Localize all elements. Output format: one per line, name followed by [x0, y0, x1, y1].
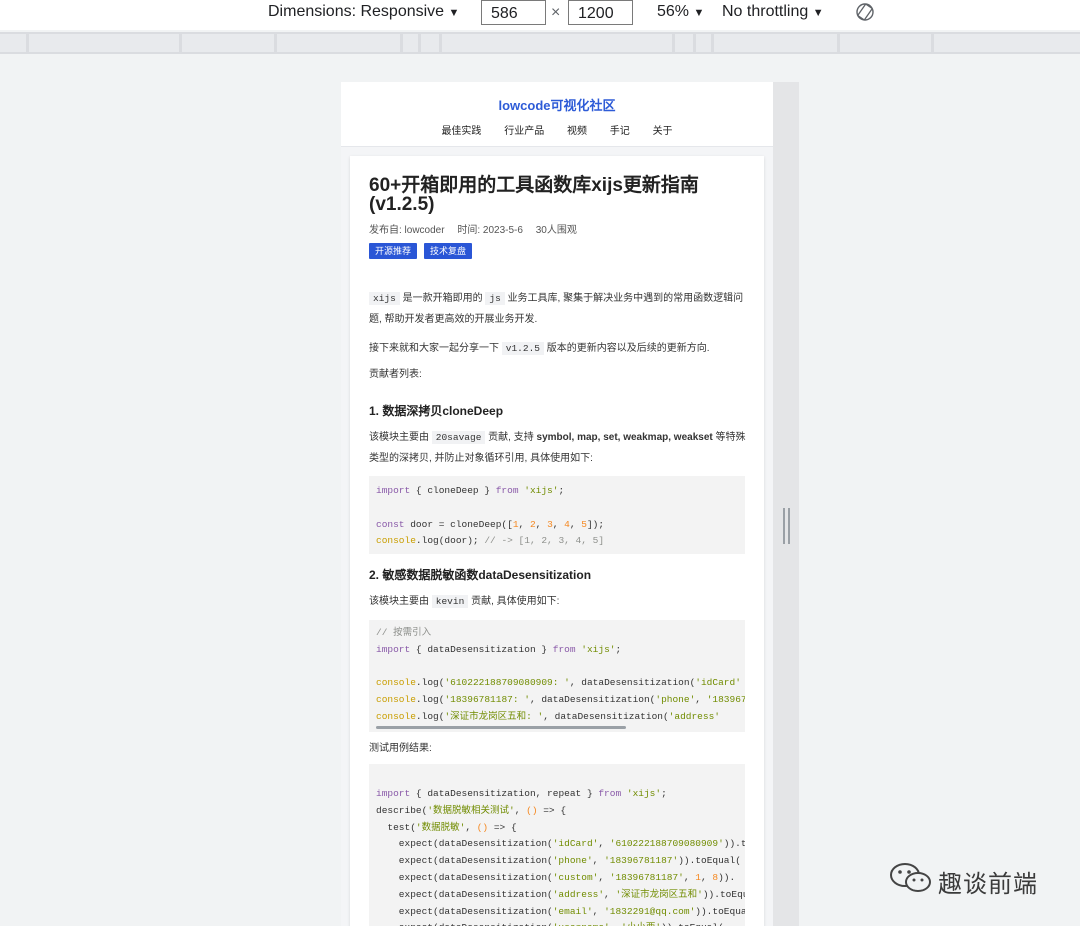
inline-code: xijs [369, 292, 400, 305]
code-block-tests[interactable]: import { dataDesensitization, repeat } f… [369, 764, 745, 926]
site-nav: 最佳实践 行业产品 视频 手记 关于 [341, 122, 773, 137]
site-logo[interactable]: lowcode可视化社区 [341, 95, 773, 114]
nav-item-video[interactable]: 视频 [567, 122, 587, 137]
rotate-icon[interactable] [855, 2, 875, 22]
dimensions-label: Dimensions: Responsive [268, 3, 445, 20]
inline-code: kevin [431, 595, 469, 608]
tag-tech-review[interactable]: 技术复盘 [424, 243, 473, 259]
resize-handle[interactable] [783, 508, 791, 544]
zoom-label: 56% [657, 3, 690, 20]
wechat-icon [890, 863, 931, 892]
nav-item-products[interactable]: 行业产品 [504, 122, 544, 137]
article-meta: 发布自: lowcoder 时间: 2023-5-6 30人围观 [369, 221, 587, 236]
zoom-dropdown[interactable]: 56% ▼ [657, 3, 704, 21]
desensitization-paragraph: 该模块主要由 kevin 贡献, 具体使用如下: [369, 591, 747, 612]
chevron-down-icon: ▼ [812, 7, 824, 19]
section-heading-desensitization: 2. 敏感数据脱敏函数dataDesensitization [369, 568, 592, 582]
text: 版本的更新内容以及后续的更新方向. [544, 343, 710, 354]
text: 该模块主要由 [369, 596, 432, 607]
code-block-clonedeep: import { cloneDeep } from 'xijs'; const … [369, 476, 745, 554]
width-input[interactable]: 586 [481, 0, 546, 25]
text: 贡献, 支持 [485, 432, 537, 443]
text: 该模块主要由 [369, 432, 432, 443]
tag-open-source[interactable]: 开源推荐 [369, 243, 418, 259]
view-count: 30人围观 [535, 225, 577, 236]
clonedeep-paragraph: 该模块主要由 20savage 贡献, 支持 symbol, map, set,… [369, 427, 747, 469]
chevron-down-icon: ▼ [448, 7, 460, 19]
contributors-label: 贡献者列表: [369, 369, 422, 380]
text: 接下来就和大家一起分享一下 [369, 343, 502, 354]
nav-item-notes[interactable]: 手记 [610, 122, 630, 137]
viewport-resize-area [773, 82, 799, 926]
text: 是一款开箱即用的 [399, 293, 486, 304]
dimensions-dropdown[interactable]: Dimensions: Responsive ▼ [268, 3, 459, 21]
media-query-ruler[interactable] [0, 32, 1080, 54]
nav-item-about[interactable]: 关于 [653, 122, 673, 137]
watermark-text: 趣谈前端 [938, 870, 1038, 898]
code-block-desensitization[interactable]: // 按需引入 import { dataDesensitization } f… [369, 620, 745, 732]
chevron-down-icon: ▼ [693, 7, 705, 19]
nav-item-best-practice[interactable]: 最佳实践 [441, 122, 481, 137]
inline-code: js [485, 292, 505, 305]
device-toolbar: Dimensions: Responsive ▼ 586 × 1200 56% … [0, 0, 1080, 30]
throttling-dropdown[interactable]: No throttling ▼ [722, 3, 824, 21]
throttling-label: No throttling [722, 3, 809, 20]
publish-time: 时间: 2023-5-6 [457, 225, 523, 236]
code-horizontal-scrollbar[interactable] [376, 726, 626, 729]
text: 贡献, 具体使用如下: [468, 596, 560, 607]
article-title: 60+开箱即用的工具函数库xijs更新指南(v1.2.5) [369, 175, 699, 215]
article-card: 60+开箱即用的工具函数库xijs更新指南(v1.2.5) 发布自: lowco… [350, 156, 764, 926]
author: 发布自: lowcoder [369, 225, 445, 236]
intro-paragraph: xijs 是一款开箱即用的 js 业务工具库, 聚集于解决业务中遇到的常用函数逻… [369, 288, 747, 330]
inline-code: v1.2.5 [501, 342, 544, 355]
times-icon: × [551, 4, 561, 21]
test-results-label: 测试用例结果: [369, 743, 432, 754]
version-paragraph: 接下来就和大家一起分享一下 v1.2.5 版本的更新内容以及后续的更新方向. [369, 338, 747, 359]
site-header: lowcode可视化社区 最佳实践 行业产品 视频 手记 关于 [341, 82, 773, 147]
bold-text: symbol, map, set, weakmap, weakset [536, 432, 713, 443]
inline-code: 20savage [431, 431, 486, 444]
section-heading-clonedeep: 1. 数据深拷贝cloneDeep [369, 404, 504, 418]
height-input[interactable]: 1200 [568, 0, 633, 25]
emulated-viewport: lowcode可视化社区 最佳实践 行业产品 视频 手记 关于 60+开箱即用的… [341, 82, 773, 926]
